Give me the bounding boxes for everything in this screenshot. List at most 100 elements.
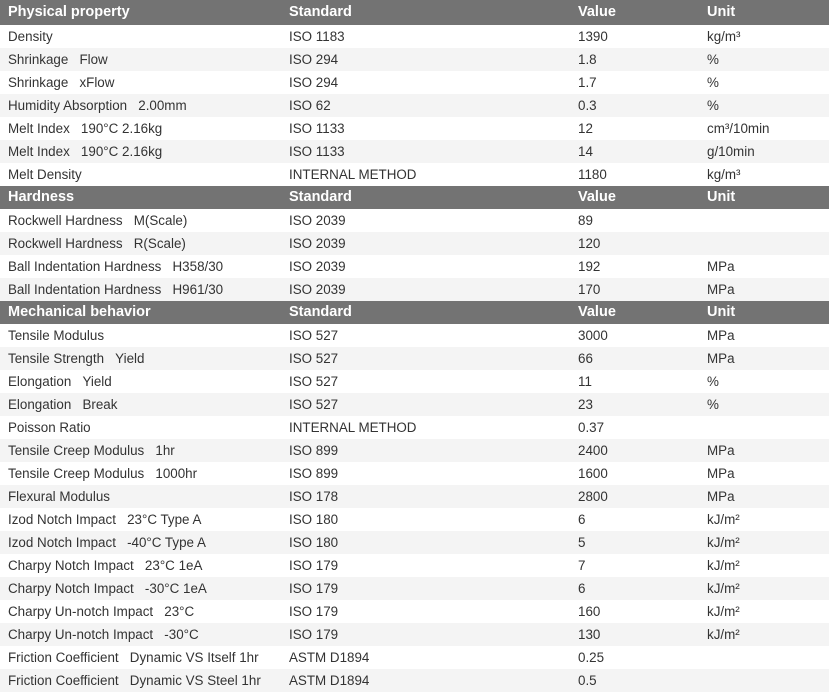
cell-standard: ISO 2039 — [289, 236, 346, 251]
cell-value: 2400 — [578, 443, 608, 458]
table-row: Poisson Ratio INTERNAL METHOD 0.37 — [0, 416, 829, 439]
cell-property: Izod Notch Impact -40°C Type A — [8, 535, 206, 550]
cell-property: Poisson Ratio — [8, 420, 91, 435]
cell-value: 1600 — [578, 466, 608, 481]
cell-value: 0.25 — [578, 650, 605, 665]
table-row: Shrinkage Flow ISO 294 1.8% — [0, 48, 829, 71]
cell-property: Charpy Notch Impact -30°C 1eA — [8, 581, 207, 596]
table-row: Flexural Modulus ISO 178 2800 MPa — [0, 485, 829, 508]
cell-property: Charpy Un-notch Impact -30°C — [8, 627, 199, 642]
cell-standard: ISO 179 — [289, 581, 339, 596]
cell-property: Ball Indentation Hardness H961/30 — [8, 282, 224, 297]
section-header: Hardness Standard Value Unit — [0, 186, 829, 209]
cell-value: 1.8 — [578, 52, 597, 67]
cell-value: 160 — [578, 604, 601, 619]
cell-property: Tensile Creep Modulus 1000hr — [8, 466, 198, 481]
cell-value: 5 — [578, 535, 586, 550]
table-row: Rockwell Hardness R(Scale) ISO 2039 120 — [0, 232, 829, 255]
table-row: Melt Index 190°C 2.16kg ISO 1133 14 g/10min — [0, 140, 829, 163]
cell-standard: ISO 2039 — [289, 259, 346, 274]
cell-property: Elongation Break — [8, 397, 118, 412]
cell-value: 2800 — [578, 489, 608, 504]
table-row: Humidity Absorption 2.00mm ISO 62 0.3% — [0, 94, 829, 117]
table-row: Ball Indentation Hardness H961/30 ISO 203… — [0, 278, 829, 301]
cell-unit: kJ/m² — [707, 535, 740, 550]
cell-standard: ISO 1133 — [289, 144, 345, 159]
cell-value: 23 — [578, 397, 593, 412]
header-property: Mechanical behavior — [8, 304, 151, 320]
header-value: Value — [578, 304, 616, 320]
cell-standard: ISO 899 — [289, 443, 339, 458]
cell-unit: MPa — [707, 282, 735, 297]
cell-unit: MPa — [707, 466, 735, 481]
table-row: Shrinkage xFlow ISO 294 1.7% — [0, 71, 829, 94]
cell-property: Elongation Yield — [8, 374, 112, 389]
table-row: Tensile Creep Modulus 1000hr ISO 899 1600 M… — [0, 462, 829, 485]
cell-standard: ISO 1133 — [289, 121, 345, 136]
cell-property: Ball Indentation Hardness H358/30 — [8, 259, 224, 274]
cell-property: Rockwell Hardness M(Scale) — [8, 213, 188, 228]
cell-standard: ISO 180 — [289, 535, 339, 550]
cell-standard: ISO 294 — [289, 52, 339, 67]
cell-value: 1390 — [578, 29, 608, 44]
cell-value: 7 — [578, 558, 586, 573]
cell-property: Tensile Strength Yield — [8, 351, 145, 366]
cell-unit: MPa — [707, 328, 735, 343]
table-row: Charpy Notch Impact -30°C 1eA ISO 179 6 kJ/… — [0, 577, 829, 600]
cell-standard: ISO 527 — [289, 328, 339, 343]
cell-standard: ISO 527 — [289, 351, 339, 366]
cell-value: 0.3 — [578, 98, 597, 113]
section-header: Physical property Standard Value Unit — [0, 0, 829, 25]
cell-standard: INTERNAL METHOD — [289, 167, 417, 182]
cell-unit: kJ/m² — [707, 604, 740, 619]
table-row: Melt Density INTERNAL METHOD 1180 kg/m³ — [0, 163, 829, 186]
cell-property: Rockwell Hardness R(Scale) — [8, 236, 186, 251]
cell-property: Melt Density — [8, 167, 82, 182]
cell-property: Tensile Creep Modulus 1hr — [8, 443, 175, 458]
header-standard: Standard — [289, 189, 352, 205]
cell-value: 11 — [578, 374, 592, 389]
cell-unit: g/10min — [707, 144, 755, 159]
cell-property: Shrinkage Flow — [8, 52, 108, 67]
cell-value: 0.5 — [578, 673, 597, 688]
cell-unit: kJ/m² — [707, 627, 740, 642]
cell-standard: ISO 527 — [289, 397, 339, 412]
cell-standard: ISO 62 — [289, 98, 331, 113]
cell-standard: INTERNAL METHOD — [289, 420, 417, 435]
table-row: Friction Coefficient Dynamic VS Itself 1… — [0, 646, 829, 669]
table-row: Ball Indentation Hardness H358/30 ISO 203… — [0, 255, 829, 278]
cell-value: 66 — [578, 351, 593, 366]
cell-unit: kg/m³ — [707, 29, 741, 44]
cell-unit: MPa — [707, 443, 735, 458]
cell-standard: ISO 294 — [289, 75, 339, 90]
table-row: Elongation Break ISO 527 23% — [0, 393, 829, 416]
cell-unit: % — [707, 397, 719, 412]
header-unit: Unit — [707, 189, 736, 205]
header-unit: Unit — [707, 304, 736, 320]
cell-unit: cm³/10min — [707, 121, 770, 136]
cell-property: Izod Notch Impact 23°C Type A — [8, 512, 202, 527]
cell-value: 6 — [578, 581, 586, 596]
cell-standard: ISO 527 — [289, 374, 339, 389]
table-row: Elongation Yield ISO 527 11% — [0, 370, 829, 393]
cell-property: Melt Index 190°C 2.16kg — [8, 144, 163, 159]
cell-property: Charpy Un-notch Impact 23°C — [8, 604, 195, 619]
header-property: Hardness — [8, 189, 75, 205]
cell-standard: ISO 179 — [289, 604, 339, 619]
properties-table: Physical property Standard Value Unit Densit… — [0, 0, 829, 692]
cell-value: 120 — [578, 236, 601, 251]
cell-property: Flexural Modulus — [8, 489, 110, 504]
table-row: Charpy Un-notch Impact 23°C ISO 179 160 kJ/… — [0, 600, 829, 623]
table-row: Tensile Creep Modulus 1hr ISO 899 2400 MPa — [0, 439, 829, 462]
section-header: Mechanical behavior Standard Value Unit — [0, 301, 829, 324]
cell-standard: ISO 2039 — [289, 282, 346, 297]
cell-unit: kJ/m² — [707, 558, 740, 573]
cell-value: 192 — [578, 259, 601, 274]
cell-unit: MPa — [707, 489, 735, 504]
cell-value: 170 — [578, 282, 601, 297]
cell-property: Melt Index 190°C 2.16kg — [8, 121, 163, 136]
cell-property: Humidity Absorption 2.00mm — [8, 98, 187, 113]
header-property: Physical property — [8, 4, 130, 20]
cell-property: Density — [8, 29, 53, 44]
cell-property: Friction Coefficient Dynamic VS Itself 1… — [8, 650, 259, 665]
